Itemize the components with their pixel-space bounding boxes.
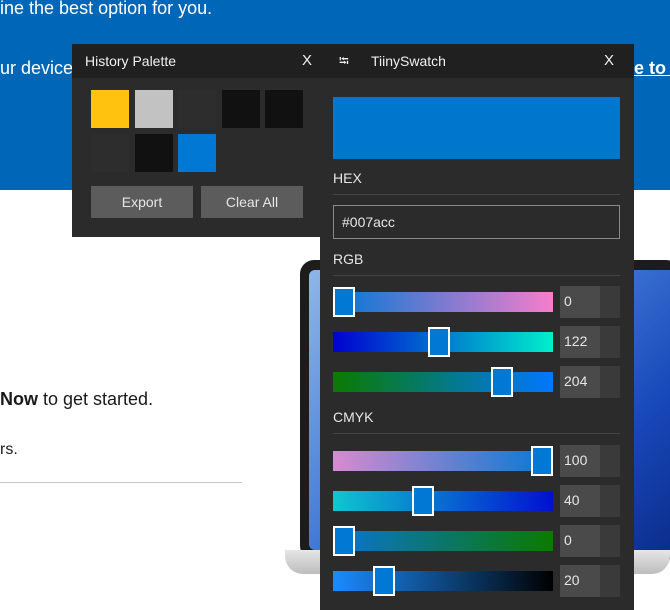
cmyk-slider-thumb[interactable] <box>333 526 355 556</box>
tiinyswatch-close-button[interactable]: X <box>604 52 614 69</box>
history-swatch[interactable] <box>178 90 216 128</box>
rgb-slider-r[interactable] <box>333 287 553 317</box>
body-text-2: rs. <box>0 441 18 458</box>
banner-text-2: ur device <box>0 58 74 78</box>
body-text-bold: Now <box>0 389 38 409</box>
spin-button[interactable] <box>600 565 620 597</box>
spin-button[interactable] <box>600 286 620 318</box>
body-text-1: Now to get started. <box>0 389 153 410</box>
cmyk-value-field-c[interactable]: 100 <box>560 445 620 477</box>
spin-button[interactable] <box>600 525 620 557</box>
rgb-value-field-b[interactable]: 204 <box>560 366 620 398</box>
rgb-value-text: 0 <box>564 293 572 309</box>
tiinyswatch-window: ⭾ TiinySwatch X HEX RGB 0 122 204 CMYK 100… <box>320 44 634 610</box>
divider <box>0 482 242 483</box>
history-close-button[interactable]: X <box>302 52 312 69</box>
spin-button[interactable] <box>600 485 620 517</box>
hex-divider <box>333 194 620 195</box>
history-title-bar[interactable]: History Palette X <box>72 44 332 78</box>
clear-all-button[interactable]: Clear All <box>201 186 303 218</box>
rgb-label: RGB <box>333 251 364 267</box>
spin-button[interactable] <box>600 445 620 477</box>
tiinyswatch-title-bar[interactable]: ⭾ TiinySwatch X <box>320 44 634 78</box>
cmyk-value-field-m[interactable]: 40 <box>560 485 620 517</box>
history-swatch[interactable] <box>178 134 216 172</box>
history-swatch[interactable] <box>135 90 173 128</box>
hex-input[interactable] <box>333 205 620 239</box>
cmyk-slider-thumb[interactable] <box>372 566 395 596</box>
rgb-divider <box>333 275 620 276</box>
cmyk-value-field-y[interactable]: 0 <box>560 525 620 557</box>
cmyk-slider-y[interactable] <box>333 526 553 556</box>
cmyk-value-text: 40 <box>564 492 580 508</box>
cmyk-label: CMYK <box>333 409 374 425</box>
banner-text-1: ine the best option for you. <box>0 0 213 18</box>
history-swatch[interactable] <box>91 90 129 128</box>
rgb-value-field-r[interactable]: 0 <box>560 286 620 318</box>
rgb-slider-thumb[interactable] <box>333 287 355 317</box>
rgb-slider-b[interactable] <box>333 367 553 397</box>
color-preview[interactable] <box>333 97 620 159</box>
history-swatch[interactable] <box>91 134 129 172</box>
history-palette-window: History Palette X Export Clear All <box>72 44 332 237</box>
cmyk-slider-k[interactable] <box>333 566 553 596</box>
rgb-slider-thumb[interactable] <box>491 367 514 397</box>
rgb-value-text: 122 <box>564 333 588 349</box>
history-swatch[interactable] <box>135 134 173 172</box>
cmyk-value-field-k[interactable]: 20 <box>560 565 620 597</box>
banner-link[interactable]: e to W <box>634 58 670 79</box>
rgb-value-text: 204 <box>564 373 588 389</box>
rgb-slider-thumb[interactable] <box>427 327 450 357</box>
cmyk-value-text: 100 <box>564 452 588 468</box>
cmyk-slider-thumb[interactable] <box>531 446 553 476</box>
cmyk-value-text: 0 <box>564 532 572 548</box>
cmyk-slider-m[interactable] <box>333 486 553 516</box>
cmyk-slider-c[interactable] <box>333 446 553 476</box>
cmyk-value-text: 20 <box>564 572 580 588</box>
rgb-slider-g[interactable] <box>333 327 553 357</box>
export-button[interactable]: Export <box>91 186 193 218</box>
cmyk-divider <box>333 433 620 434</box>
history-title: History Palette <box>85 53 177 69</box>
history-swatch[interactable] <box>265 90 303 128</box>
spin-button[interactable] <box>600 366 620 398</box>
body-text-rest: to get started. <box>38 389 154 409</box>
cmyk-slider-thumb[interactable] <box>412 486 435 516</box>
spin-button[interactable] <box>600 326 620 358</box>
rgb-value-field-g[interactable]: 122 <box>560 326 620 358</box>
history-swatch[interactable] <box>222 90 260 128</box>
hex-label: HEX <box>333 170 362 186</box>
tiinyswatch-title: TiinySwatch <box>371 53 446 69</box>
pin-icon[interactable]: ⭾ <box>339 52 349 74</box>
